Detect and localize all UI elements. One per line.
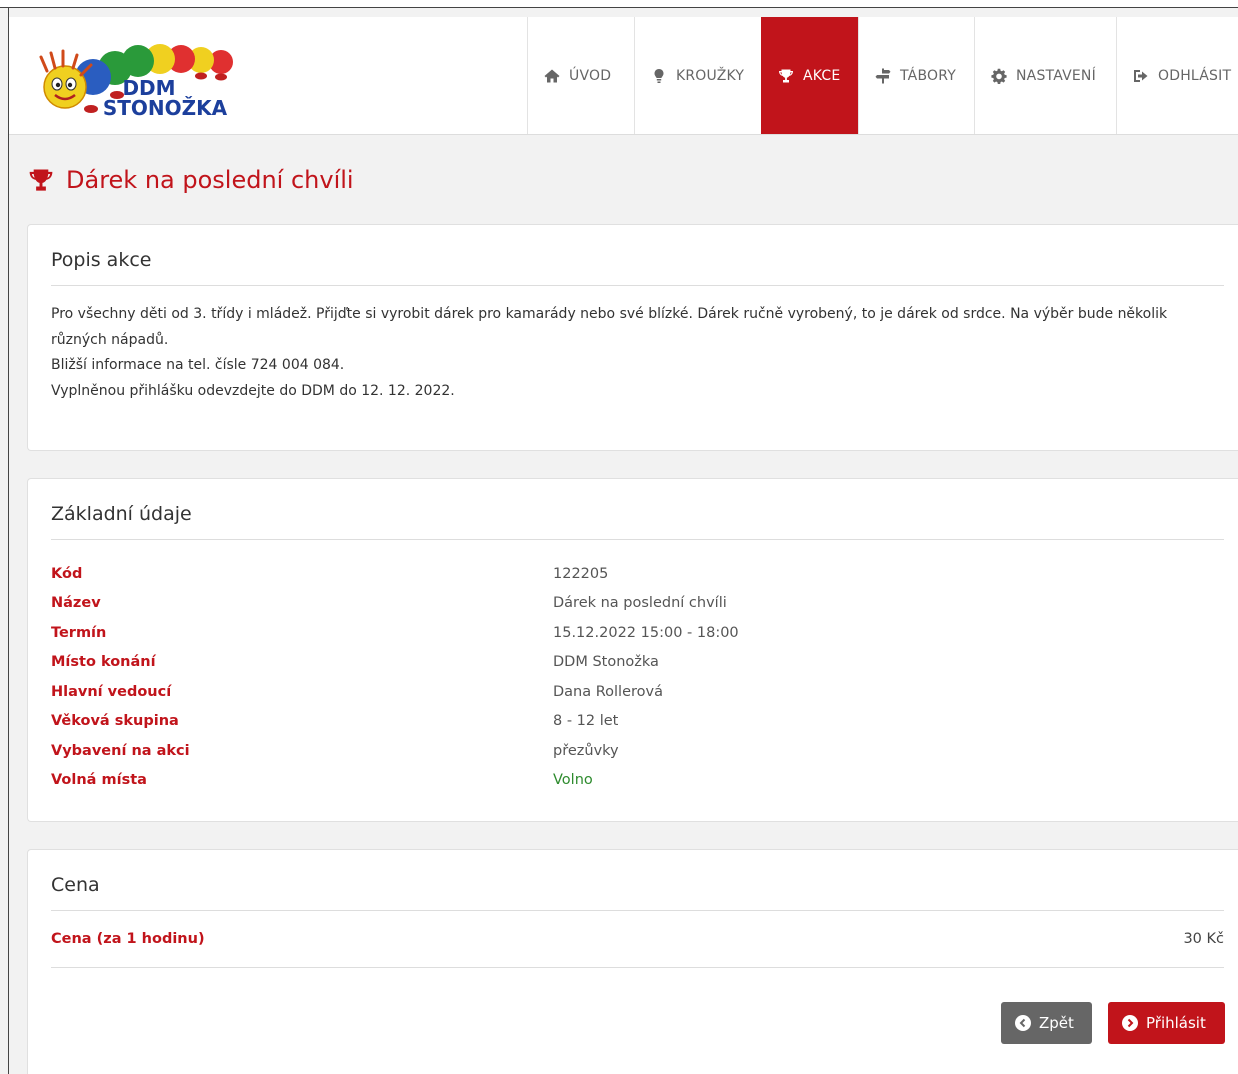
info-row-kod: Kód 122205	[51, 559, 1224, 589]
nav-label-nastaveni: NASTAVENÍ	[1016, 67, 1096, 84]
price-label: Cena (za 1 hodinu)	[51, 931, 205, 947]
site-header: DDM STONOŽKA ÚVOD KROUŽKY AKCE TÁBORY NA…	[9, 17, 1238, 135]
info-row-volna-mista: Volná místa Volno	[51, 766, 1224, 796]
logo-line2: STONOŽKA	[103, 96, 228, 119]
info-label: Termín	[51, 624, 107, 641]
info-row-vekova-skupina: Věková skupina 8 - 12 let	[51, 707, 1224, 737]
main-nav: ÚVOD KROUŽKY AKCE TÁBORY NASTAVENÍ ODHLÁ…	[527, 17, 1238, 134]
gear-icon	[991, 68, 1007, 84]
info-label: Název	[51, 595, 101, 612]
info-value: Dárek na poslední chvíli	[553, 595, 727, 612]
info-value: 122205	[553, 565, 609, 582]
info-row-misto: Místo konání DDM Stonožka	[51, 648, 1224, 678]
nav-label-tabory: TÁBORY	[900, 67, 957, 84]
nav-item-akce[interactable]: AKCE	[761, 17, 858, 134]
nav-item-uvod[interactable]: ÚVOD	[527, 17, 634, 134]
description-panel: Popis akce Pro všechny děti od 3. třídy …	[27, 224, 1238, 451]
nav-label-krouzky: KROUŽKY	[676, 67, 745, 84]
nav-label-uvod: ÚVOD	[569, 67, 612, 84]
basic-info-heading: Základní údaje	[51, 479, 1224, 540]
info-label: Místo konání	[51, 654, 156, 671]
back-button[interactable]: Zpět	[1001, 1002, 1092, 1044]
ddm-stonozka-logo[interactable]: DDM STONOŽKA	[25, 35, 255, 119]
description-line: Vyplněnou přihlášku odevzdejte do DDM do…	[51, 382, 455, 399]
nav-item-nastaveni[interactable]: NASTAVENÍ	[974, 17, 1116, 134]
action-buttons: Zpět Přihlásit	[1001, 1002, 1225, 1044]
info-label: Vybavení na akci	[51, 742, 190, 759]
info-value: DDM Stonožka	[553, 654, 659, 671]
info-value: Dana Rollerová	[553, 683, 663, 700]
back-button-label: Zpět	[1039, 1014, 1074, 1032]
sign-out-icon	[1133, 68, 1149, 84]
price-row: Cena (za 1 hodinu) 30 Kč	[51, 911, 1224, 968]
window-top-edge	[0, 0, 1238, 8]
info-label: Hlavní vedoucí	[51, 683, 172, 700]
price-panel: Cena Cena (za 1 hodinu) 30 Kč Zpět Přihl…	[27, 849, 1238, 1074]
info-value: přezůvky	[553, 742, 619, 759]
info-label: Věková skupina	[51, 713, 179, 730]
chevron-left-circle-icon	[1015, 1015, 1031, 1031]
page-title: Dárek na poslední chvíli	[26, 166, 354, 194]
price-heading: Cena	[51, 850, 1224, 911]
availability-status: Volno	[553, 772, 593, 789]
nav-label-odhlasit: ODHLÁSIT	[1158, 67, 1232, 84]
info-label: Kód	[51, 565, 83, 582]
signin-button[interactable]: Přihlásit	[1108, 1002, 1225, 1044]
nav-item-krouzky[interactable]: KROUŽKY	[634, 17, 761, 134]
description-line: Bližší informace na tel. čísle 724 004 0…	[51, 357, 345, 373]
info-row-vedouci: Hlavní vedoucí Dana Rollerová	[51, 677, 1224, 707]
info-value: 15.12.2022 15:00 - 18:00	[553, 624, 739, 641]
info-label: Volná místa	[51, 772, 147, 789]
nav-item-tabory[interactable]: TÁBORY	[858, 17, 974, 134]
nav-label-akce: AKCE	[803, 67, 841, 84]
info-row-termin: Termín 15.12.2022 15:00 - 18:00	[51, 618, 1224, 648]
nav-item-odhlasit[interactable]: ODHLÁSIT	[1116, 17, 1238, 134]
basic-info-list: Kód 122205 Název Dárek na poslední chvíl…	[51, 540, 1224, 795]
page-title-text: Dárek na poslední chvíli	[66, 166, 354, 194]
chevron-right-circle-icon	[1122, 1015, 1138, 1031]
info-row-nazev: Název Dárek na poslední chvíli	[51, 589, 1224, 619]
price-value: 30 Kč	[1183, 931, 1224, 947]
info-row-vybaveni: Vybavení na akci přezůvky	[51, 736, 1224, 766]
trophy-icon	[778, 68, 794, 84]
description-heading: Popis akce	[51, 225, 1224, 286]
signpost-icon	[875, 68, 891, 84]
basic-info-panel: Základní údaje Kód 122205 Název Dárek na…	[27, 478, 1238, 822]
signin-button-label: Přihlásit	[1146, 1014, 1206, 1032]
trophy-icon	[29, 169, 53, 191]
lightbulb-icon	[651, 68, 667, 84]
info-value: 8 - 12 let	[553, 713, 619, 730]
home-icon	[544, 68, 560, 84]
description-line: Pro všechny děti od 3. třídy i mládež. P…	[51, 306, 1168, 348]
description-body: Pro všechny děti od 3. třídy i mládež. P…	[51, 286, 1224, 404]
window-left-edge	[8, 8, 9, 1074]
